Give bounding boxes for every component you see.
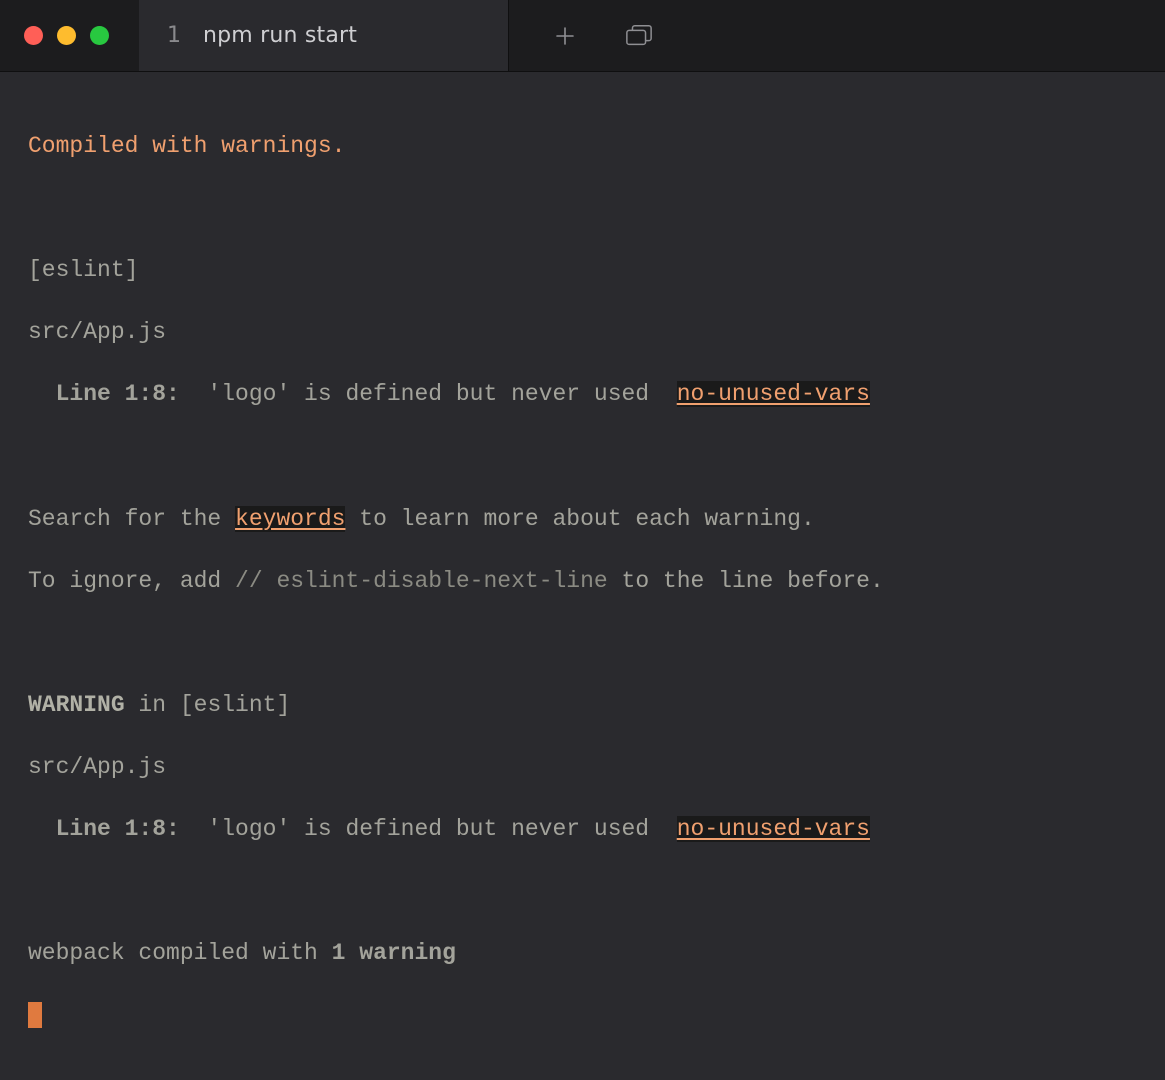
- file-path: src/App.js: [28, 319, 166, 345]
- search-text-prefix: Search for the: [28, 506, 235, 532]
- webpack-text: webpack compiled with: [28, 940, 332, 966]
- close-button[interactable]: [24, 26, 43, 45]
- webpack-count: 1 warning: [332, 940, 456, 966]
- file-path-2: src/App.js: [28, 754, 166, 780]
- rule-link[interactable]: no-unused-vars: [677, 381, 870, 407]
- eslint-tag: [eslint]: [28, 257, 138, 283]
- maximize-button[interactable]: [90, 26, 109, 45]
- ignore-comment: // eslint-disable-next-line: [235, 568, 608, 594]
- tab-index: 1: [167, 21, 181, 51]
- warning-label: WARNING: [28, 692, 125, 718]
- terminal-output[interactable]: Compiled with warnings. [eslint] src/App…: [0, 72, 1165, 1080]
- traffic-lights: [0, 0, 139, 71]
- ignore-text-suffix: to the line before.: [608, 568, 884, 594]
- search-text-suffix: to learn more about each warning.: [345, 506, 814, 532]
- in-eslint: in [eslint]: [125, 692, 291, 718]
- rule-link-2[interactable]: no-unused-vars: [677, 816, 870, 842]
- warning-message-2: 'logo' is defined but never used: [180, 816, 677, 842]
- line-ref: Line 1:8:: [28, 381, 180, 407]
- ignore-text-prefix: To ignore, add: [28, 568, 235, 594]
- compiled-header: Compiled with warnings.: [28, 133, 345, 159]
- tab-title: npm run start: [203, 21, 357, 51]
- warning-message: 'logo' is defined but never used: [180, 381, 677, 407]
- minimize-button[interactable]: [57, 26, 76, 45]
- plus-icon: [553, 24, 577, 48]
- tab-active[interactable]: 1 npm run start: [139, 0, 509, 71]
- tab-actions: [509, 0, 653, 71]
- cursor: [28, 1002, 42, 1028]
- new-tab-button[interactable]: [551, 22, 579, 50]
- titlebar: 1 npm run start: [0, 0, 1165, 72]
- windows-icon: [625, 24, 653, 48]
- windows-button[interactable]: [625, 22, 653, 50]
- line-ref-2: Line 1:8:: [28, 816, 180, 842]
- keywords-link[interactable]: keywords: [235, 506, 345, 532]
